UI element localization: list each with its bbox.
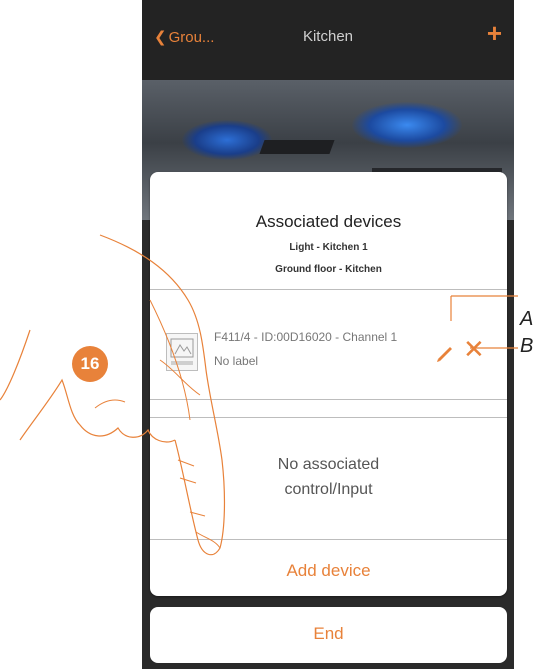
- device-label: No label: [214, 354, 259, 368]
- burner-flame: [182, 120, 272, 160]
- panel-subtitle-device: Light - Kitchen 1: [289, 242, 368, 253]
- end-button[interactable]: End: [150, 607, 507, 663]
- pencil-icon[interactable]: [434, 341, 456, 363]
- device-icon: [166, 333, 198, 371]
- phone-screen: ❮ Grou... Kitchen + Associated devices L…: [142, 0, 514, 669]
- close-icon[interactable]: ✕: [463, 336, 485, 362]
- divider: [150, 417, 507, 418]
- add-button[interactable]: +: [487, 20, 502, 46]
- navbar: ❮ Grou... Kitchen +: [142, 0, 514, 80]
- panel-title: Associated devices: [255, 212, 402, 231]
- end-label: End: [313, 624, 344, 643]
- device-name: F411/4 - ID:00D16020 - Channel 1: [214, 330, 398, 344]
- burner-flame: [352, 102, 462, 148]
- empty-state-text: No associated: [277, 456, 380, 473]
- empty-state-text: control/Input: [284, 481, 373, 498]
- device-row[interactable]: F411/4 - ID:00D16020 - Channel 1 No labe…: [150, 289, 507, 399]
- stove-grate: [259, 140, 335, 154]
- page-title: Kitchen: [302, 28, 354, 45]
- add-device-button[interactable]: Add device: [150, 561, 507, 581]
- step-number-badge: 16: [72, 346, 108, 382]
- callout-label-a: A: [520, 308, 534, 330]
- associated-devices-panel: Associated devices Light - Kitchen 1 Gro…: [150, 172, 507, 596]
- divider: [150, 399, 507, 400]
- divider: [150, 539, 507, 540]
- callout-label-b: B: [520, 335, 534, 357]
- panel-subtitle-location: Ground floor - Kitchen: [275, 264, 382, 275]
